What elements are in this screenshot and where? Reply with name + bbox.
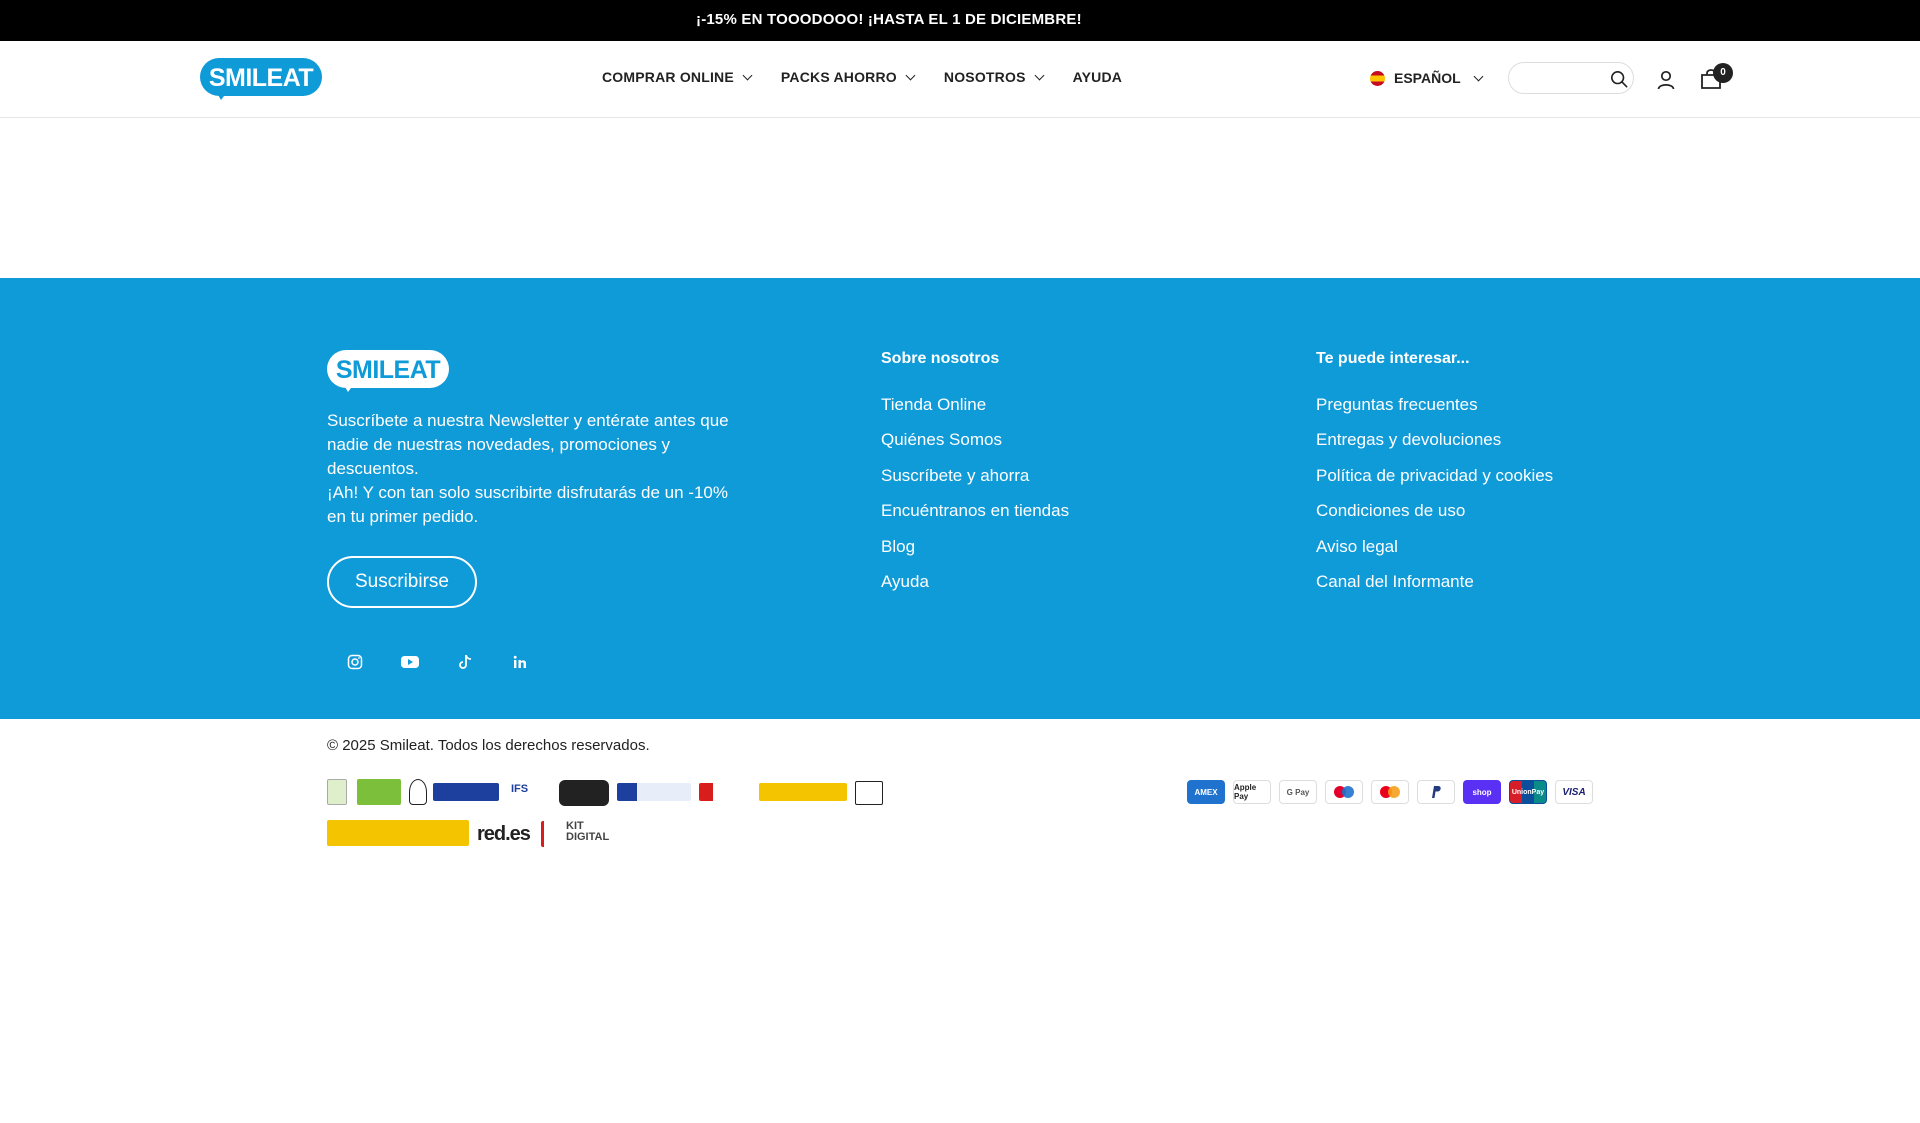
chevron-down-icon <box>1473 71 1484 81</box>
nav-label: COMPRAR ONLINE <box>602 69 734 85</box>
footer-link[interactable]: Suscríbete y ahorra <box>881 465 1069 500</box>
maestro-icon <box>1325 780 1363 804</box>
nav-label: AYUDA <box>1072 69 1123 85</box>
eu-funding-badge <box>433 783 499 801</box>
shop-pay-icon: shop <box>1463 780 1501 804</box>
recovery-plan-badge <box>699 783 751 801</box>
search-input[interactable] <box>1519 68 1599 88</box>
chevron-down-icon <box>905 70 916 80</box>
eu-funded-badge <box>617 783 691 801</box>
footer-link[interactable]: Canal del Informante <box>1316 571 1553 606</box>
footer-link[interactable]: Preguntas frecuentes <box>1316 394 1553 429</box>
footer-link[interactable]: Ayuda <box>881 571 1069 606</box>
spain-ministry-badge <box>327 820 469 846</box>
footer-column-about: Sobre nosotros Tienda Online Quiénes Som… <box>881 350 1069 606</box>
logo-text: SMILEAT <box>335 356 441 384</box>
visa-icon: VISA <box>1555 780 1593 804</box>
newsletter-text: Suscríbete a nuestra Newsletter y entéra… <box>327 409 732 529</box>
kit-digital-badge: KIT DIGITAL <box>541 821 609 847</box>
apple-pay-icon: Apple Pay <box>1233 780 1271 804</box>
logo-text: SMILEAT <box>208 64 314 92</box>
nav-packs-ahorro[interactable]: PACKS AHORRO <box>780 69 916 85</box>
nav-nosotros[interactable]: NOSOTROS <box>943 69 1045 85</box>
subscribe-button[interactable]: Suscribirse <box>327 556 477 608</box>
language-label: ESPAÑOL <box>1394 70 1461 86</box>
chevron-down-icon <box>742 70 753 80</box>
announcement-bar: ¡-15% EN TOOODOOO! ¡HASTA EL 1 DE DICIEM… <box>0 0 1920 41</box>
main-nav: COMPRAR ONLINE PACKS AHORRO NOSOTROS AYU… <box>602 69 1152 85</box>
copyright-text: © 2025 Smileat. Todos los derechos reser… <box>327 737 650 754</box>
ifs-badge: IFS <box>511 783 529 795</box>
chevron-down-icon <box>1034 70 1045 80</box>
site-footer: SMILEAT Suscríbete a nuestra Newsletter … <box>0 278 1920 719</box>
site-logo[interactable]: SMILEAT <box>200 58 322 100</box>
footer-link[interactable]: Entregas y devoluciones <box>1316 429 1553 464</box>
footer-logo[interactable]: SMILEAT <box>327 350 449 392</box>
site-header: SMILEAT COMPRAR ONLINE PACKS AHORRO NOSO… <box>0 41 1920 118</box>
column-title: Te puede interesar... <box>1316 350 1470 367</box>
instagram-icon[interactable] <box>345 652 365 672</box>
mastercard-icon <box>1371 780 1409 804</box>
eco-label-badge <box>327 779 347 805</box>
footer-link[interactable]: Blog <box>881 536 1069 571</box>
newsletter-paragraph: Suscríbete a nuestra Newsletter y entéra… <box>327 411 729 478</box>
ecommerce-award-badge <box>559 780 609 806</box>
footer-link[interactable]: Condiciones de uso <box>1316 500 1553 535</box>
footer-link[interactable]: Política de privacidad y cookies <box>1316 465 1553 500</box>
search-box <box>1508 62 1634 94</box>
nav-label: NOSOTROS <box>943 69 1026 85</box>
nav-label: PACKS AHORRO <box>780 69 897 85</box>
tiktok-icon[interactable] <box>455 652 475 672</box>
footer-link[interactable]: Quiénes Somos <box>881 429 1069 464</box>
column-title: Sobre nosotros <box>881 350 1000 367</box>
footer-link[interactable]: Encuéntranos en tiendas <box>881 500 1069 535</box>
cart-count-badge: 0 <box>1713 63 1733 83</box>
newsletter-offer: ¡Ah! Y con tan solo suscribirte disfruta… <box>327 483 728 526</box>
spain-gov-badge <box>759 783 847 801</box>
paypal-icon <box>1417 780 1455 804</box>
linkedin-icon[interactable] <box>510 652 530 672</box>
digital-label: DIGITAL <box>566 831 610 843</box>
nav-comprar-online[interactable]: COMPRAR ONLINE <box>602 69 753 85</box>
amex-icon: AMEX <box>1187 780 1225 804</box>
unionpay-icon: UnionPay <box>1509 780 1547 804</box>
account-icon[interactable] <box>1656 70 1676 90</box>
b-corp-badge <box>409 779 427 805</box>
search-icon[interactable] <box>1610 70 1628 88</box>
spain-flag-icon <box>1370 70 1385 86</box>
enac-badge <box>855 781 883 805</box>
footer-link[interactable]: Aviso legal <box>1316 536 1553 571</box>
red-es-badge: red.es <box>477 823 531 845</box>
google-pay-icon: G Pay <box>1279 780 1317 804</box>
nav-ayuda[interactable]: AYUDA <box>1073 69 1123 85</box>
youtube-icon[interactable] <box>400 652 420 672</box>
footer-column-interest: Te puede interesar... Preguntas frecuent… <box>1316 350 1553 606</box>
eu-organic-badge <box>357 779 401 805</box>
footer-link[interactable]: Tienda Online <box>881 394 1069 429</box>
announcement-text[interactable]: ¡-15% EN TOOODOOO! ¡HASTA EL 1 DE DICIEM… <box>696 11 1082 28</box>
language-selector[interactable]: ESPAÑOL <box>1370 70 1484 86</box>
